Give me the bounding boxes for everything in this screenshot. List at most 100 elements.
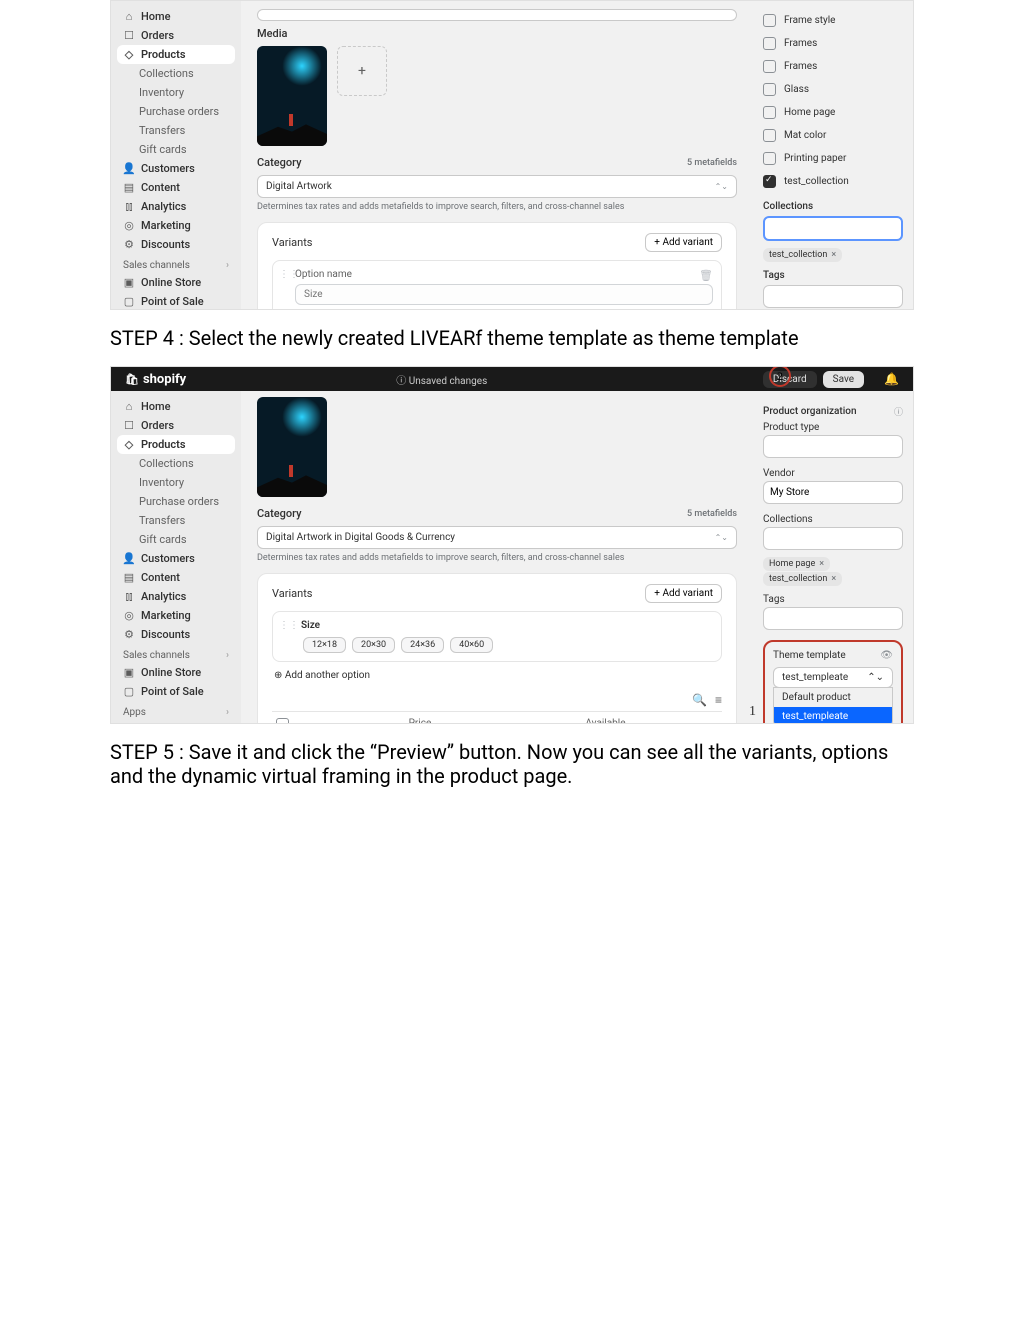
checkbox-item[interactable]: Frame style [763, 9, 903, 32]
products-icon: ◇ [123, 439, 135, 451]
remove-tag-icon[interactable]: × [831, 250, 836, 260]
tags-input[interactable] [763, 607, 903, 630]
option-name-input[interactable] [295, 284, 713, 305]
checkbox-item[interactable]: Glass [763, 78, 903, 101]
category-help: Determines tax rates and adds metafields… [257, 202, 737, 212]
nav-purchase-orders[interactable]: Purchase orders [111, 102, 241, 121]
nav-collections[interactable]: Collections [111, 454, 241, 473]
dropdown-option-selected[interactable]: test_templeate [774, 707, 892, 724]
product-thumbnail[interactable] [257, 397, 327, 497]
bell-icon[interactable]: 🔔 [884, 372, 899, 386]
checkbox-item[interactable]: Mat color [763, 124, 903, 147]
collection-tag: test_collection× [763, 572, 842, 586]
home-icon: ⌂ [123, 401, 135, 413]
search-icon[interactable]: 🔍 [692, 693, 707, 707]
checkbox-item[interactable]: Frames [763, 32, 903, 55]
size-label: Size [281, 620, 713, 631]
theme-template-select[interactable]: test_templeate⌃⌄ [773, 667, 893, 688]
nav-content[interactable]: ▤Content [111, 178, 241, 197]
drag-icon[interactable]: ⋮⋮ [279, 269, 299, 280]
variant-table-header: Variant Price Available [272, 711, 722, 723]
marketing-icon: ◎ [123, 610, 135, 622]
tags-input[interactable] [763, 285, 903, 308]
product-type-input[interactable] [763, 435, 903, 458]
collections-label: Collections [763, 514, 903, 525]
nav-customers[interactable]: 👤Customers [111, 549, 241, 568]
nav-products[interactable]: ◇Products [117, 435, 235, 454]
nav-content[interactable]: ▤Content [111, 568, 241, 587]
category-select[interactable]: Digital Artwork⌃⌄ [257, 175, 737, 198]
variants-label: Variants [272, 236, 312, 249]
nav-transfers[interactable]: Transfers [111, 121, 241, 140]
nav-analytics[interactable]: ⫾⫾Analytics [111, 197, 241, 216]
nav-settings[interactable]: ⚙Settings [111, 720, 241, 724]
delete-icon[interactable]: 🗑 [699, 269, 713, 282]
customers-icon: 👤 [123, 163, 135, 175]
nav-marketing[interactable]: ◎Marketing [111, 606, 241, 625]
collections-input[interactable] [763, 216, 903, 241]
nav-orders[interactable]: ☐Orders [111, 416, 241, 435]
store-icon: ▣ [123, 277, 135, 289]
chevron-right-icon[interactable]: › [226, 707, 229, 718]
nav-orders[interactable]: ☐Orders [111, 26, 241, 45]
plus-icon: + [358, 63, 366, 79]
nav-pos[interactable]: ▢Point of Sale [111, 682, 241, 701]
nav-gift-cards[interactable]: Gift cards [111, 140, 241, 159]
chevron-right-icon[interactable]: › [226, 260, 229, 271]
nav-transfers[interactable]: Transfers [111, 511, 241, 530]
checkbox-icon [763, 60, 776, 73]
screenshot-1: ⌂Home ☐Orders ◇Products Collections Inve… [110, 0, 914, 310]
nav-purchase-orders[interactable]: Purchase orders [111, 492, 241, 511]
product-type-label: Product type [763, 422, 903, 433]
size-chip[interactable]: 20×30 [352, 637, 395, 653]
title-input[interactable] [257, 9, 737, 21]
size-chip[interactable]: 24×36 [401, 637, 444, 653]
nav-discounts[interactable]: ⚙Discounts [111, 625, 241, 644]
nav-pos[interactable]: ▢Point of Sale [111, 292, 241, 310]
filter-icon[interactable]: ≡ [715, 693, 722, 707]
sidebar: ⌂Home ☐Orders ◇Products Collections Inve… [111, 367, 241, 723]
nav-section-apps: Apps› [111, 701, 241, 720]
vendor-input[interactable] [763, 481, 903, 504]
add-variant-button[interactable]: + Add variant [645, 584, 722, 603]
add-media-button[interactable]: + [337, 46, 387, 96]
customers-icon: 👤 [123, 553, 135, 565]
product-thumbnail[interactable] [257, 46, 327, 146]
checkbox-item[interactable]: Printing paper [763, 147, 903, 170]
save-button[interactable]: Save [823, 371, 864, 388]
collection-tag: test_collection× [763, 248, 842, 262]
nav-products[interactable]: ◇Products [117, 45, 235, 64]
content-icon: ▤ [123, 182, 135, 194]
eye-icon[interactable]: 👁 [880, 650, 893, 661]
checkbox-item[interactable]: Frames [763, 55, 903, 78]
nav-analytics[interactable]: ⫾⫾Analytics [111, 587, 241, 606]
variants-card: Variants+ Add variant ⋮⋮ 🗑 Option name O… [257, 222, 737, 309]
remove-tag-icon[interactable]: × [831, 574, 836, 584]
size-chip[interactable]: 12×18 [303, 637, 346, 653]
collections-input[interactable] [763, 527, 903, 550]
nav-inventory[interactable]: Inventory [111, 473, 241, 492]
nav-gift-cards[interactable]: Gift cards [111, 530, 241, 549]
add-variant-button[interactable]: + Add variant [645, 233, 722, 252]
products-icon: ◇ [123, 49, 135, 61]
nav-home[interactable]: ⌂Home [111, 397, 241, 416]
nav-marketing[interactable]: ◎Marketing [111, 216, 241, 235]
remove-tag-icon[interactable]: × [819, 559, 824, 569]
add-another-option[interactable]: Add another option [272, 662, 722, 689]
nav-home[interactable]: ⌂Home [111, 7, 241, 26]
nav-online-store[interactable]: ▣Online Store [111, 663, 241, 682]
nav-customers[interactable]: 👤Customers [111, 159, 241, 178]
checkbox-item[interactable]: Home page [763, 101, 903, 124]
checkbox-icon[interactable] [276, 718, 289, 723]
drag-icon[interactable]: ⋮⋮ [279, 620, 299, 631]
size-chip[interactable]: 40×60 [450, 637, 493, 653]
chevron-right-icon[interactable]: › [226, 650, 229, 661]
nav-discounts[interactable]: ⚙Discounts [111, 235, 241, 254]
category-select[interactable]: Digital Artwork in Digital Goods & Curre… [257, 526, 737, 549]
nav-collections[interactable]: Collections [111, 64, 241, 83]
checkbox-item[interactable]: test_collection [763, 170, 903, 193]
nav-inventory[interactable]: Inventory [111, 83, 241, 102]
nav-online-store[interactable]: ▣Online Store [111, 273, 241, 292]
dropdown-option[interactable]: Default product [774, 688, 892, 707]
unsaved-changes: Unsaved changes [396, 372, 487, 387]
